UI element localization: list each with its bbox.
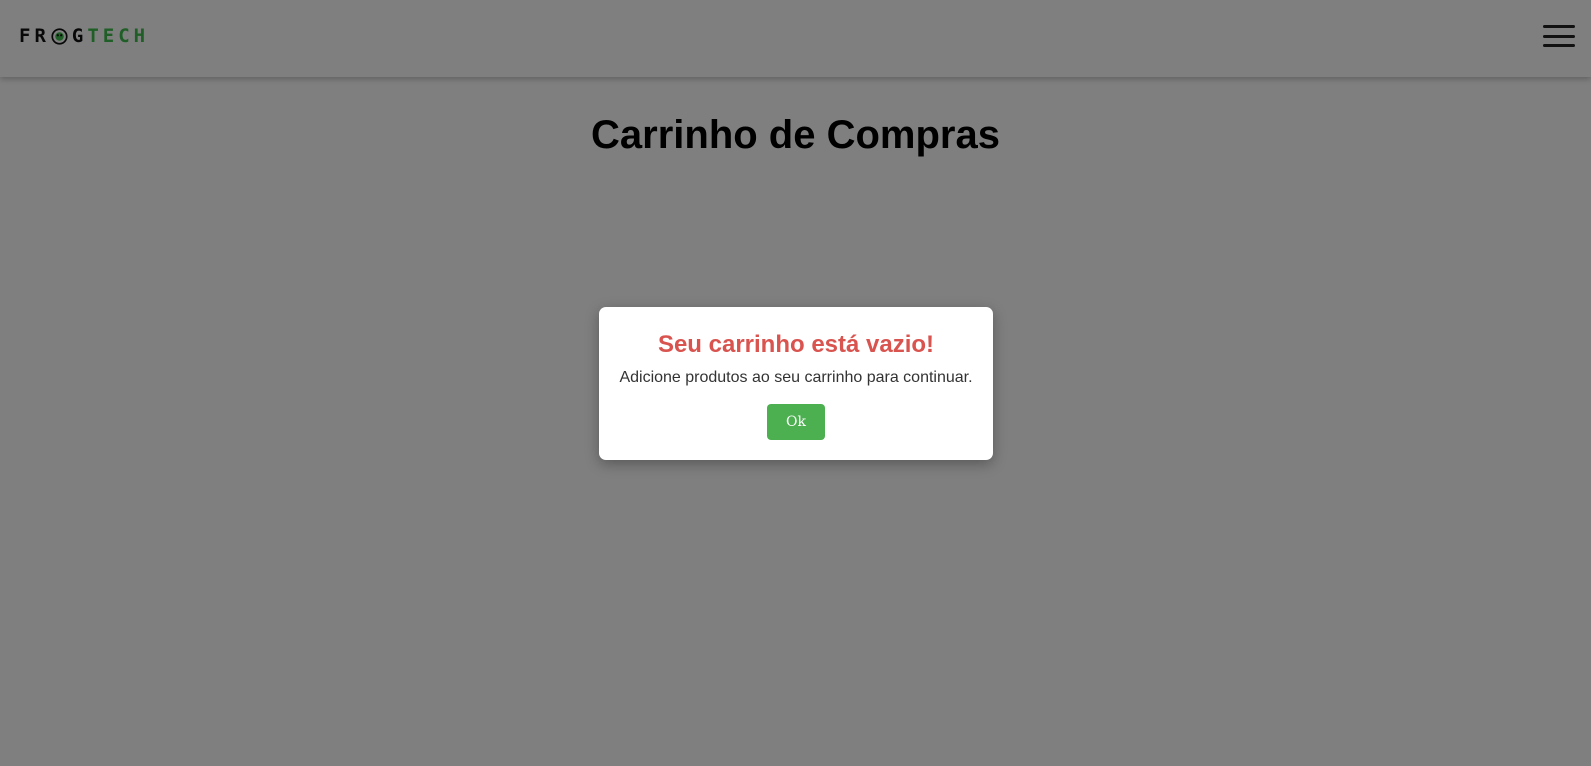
dialog-title: Seu carrinho está vazio! <box>657 331 935 358</box>
dialog-message: Adicione produtos ao seu carrinho para c… <box>619 369 973 386</box>
ok-button[interactable]: Ok <box>767 404 825 440</box>
empty-cart-dialog: Seu carrinho está vazio! Adicione produt… <box>599 307 993 460</box>
